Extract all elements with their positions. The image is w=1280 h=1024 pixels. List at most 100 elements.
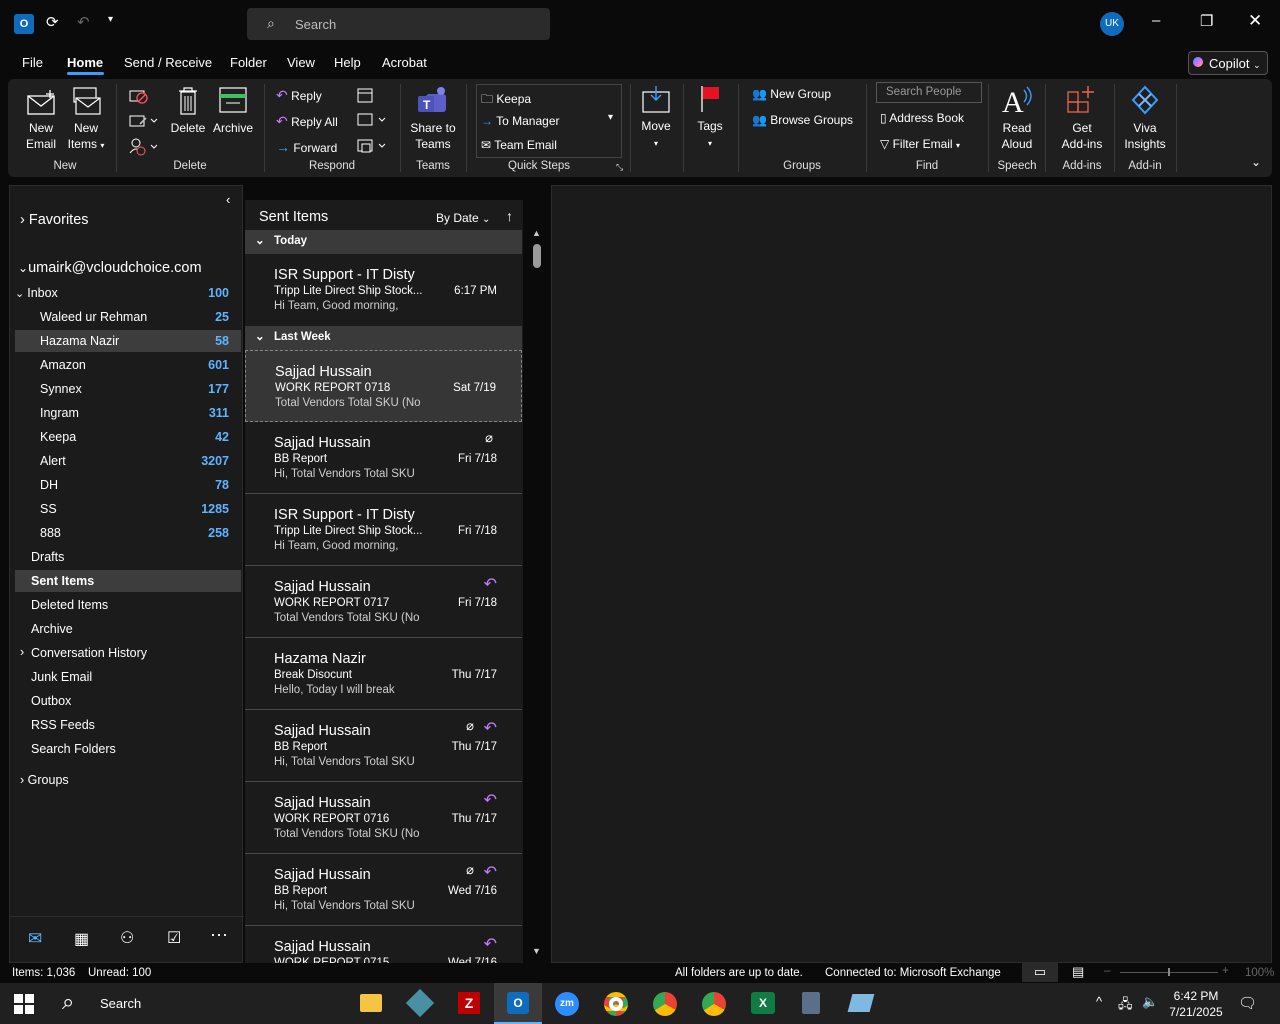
tab-send-receive[interactable]: Send / Receive xyxy=(124,55,212,70)
dialog-launcher-icon[interactable]: ⤡ xyxy=(616,162,623,173)
zoom-app-icon[interactable]: zm xyxy=(555,992,579,1016)
scroll-up-icon[interactable]: ▲ xyxy=(532,228,541,238)
message-item[interactable]: Sajjad Hussain WORK REPORT 0717 Total Vend… xyxy=(245,566,522,638)
tasks-icon[interactable]: ☑ xyxy=(167,928,181,948)
browse-groups-button[interactable]: 👥 Browse Groups xyxy=(752,113,853,127)
folder-alert[interactable]: Alert 3207 xyxy=(15,450,241,472)
folder-conversation-history[interactable]: › Conversation History xyxy=(15,642,241,664)
tab-acrobat[interactable]: Acrobat xyxy=(382,55,427,70)
tab-view[interactable]: View xyxy=(287,55,315,70)
quick-steps-expand-icon[interactable]: ▾ xyxy=(608,112,613,123)
folder-inbox[interactable]: ⌄ Inbox 100 xyxy=(15,282,241,304)
quick-step-keepa[interactable]: 🗀 Keepa xyxy=(481,90,531,111)
folder-hazama-nazir[interactable]: Hazama Nazir 58 xyxy=(15,330,241,352)
share-to-teams-button[interactable]: Share to Teams xyxy=(406,120,460,152)
tab-folder[interactable]: Folder xyxy=(230,55,267,70)
scroll-thumb[interactable] xyxy=(533,244,541,268)
group-header-last-week[interactable]: ⌄ Last Week xyxy=(245,326,522,350)
avatar[interactable]: UK xyxy=(1100,12,1124,36)
filezilla-icon[interactable]: Z xyxy=(458,992,480,1014)
folder-ingram[interactable]: Ingram 311 xyxy=(15,402,241,424)
delete-button[interactable]: Delete xyxy=(168,120,208,136)
network-icon[interactable]: 🖧 xyxy=(1118,995,1133,1017)
folder-888[interactable]: 888 258 xyxy=(15,522,241,544)
customize-toolbar-icon[interactable]: ▾ xyxy=(108,14,113,25)
read-aloud-button[interactable]: Read Aloud xyxy=(996,120,1038,152)
archive-button[interactable]: Archive xyxy=(210,120,256,136)
im-reply-icon[interactable] xyxy=(356,111,388,129)
tab-file[interactable]: File xyxy=(22,55,43,70)
forward-button[interactable]: → Forward xyxy=(276,139,337,155)
favorites-header[interactable]: › Favorites xyxy=(20,212,89,228)
excel-icon[interactable]: X xyxy=(751,992,775,1014)
close-icon[interactable]: ✕ xyxy=(1248,11,1262,31)
file-explorer-icon[interactable] xyxy=(360,994,382,1012)
zoom-thumb[interactable] xyxy=(1168,968,1170,976)
message-item[interactable]: Sajjad Hussain BB Report Hi, Total Vendors… xyxy=(245,710,522,782)
filter-email-button[interactable]: ▽ Filter Email ▾ xyxy=(880,137,960,151)
notifications-icon[interactable]: 🗨 xyxy=(1238,994,1257,1012)
quick-step-team-email[interactable]: ✉ Team Email xyxy=(481,138,557,152)
message-item[interactable]: Sajjad Hussain WORK REPORT 0718 Total Vend… xyxy=(245,350,522,422)
zoom-in-icon[interactable]: + xyxy=(1222,965,1229,977)
chrome-icon[interactable] xyxy=(702,992,726,1016)
sort-direction-icon[interactable]: ↑ xyxy=(506,208,513,224)
ignore-icon[interactable] xyxy=(128,86,150,106)
sort-by-button[interactable]: By Date ⌄ xyxy=(436,211,490,225)
folder-outbox[interactable]: Outbox xyxy=(15,690,241,712)
message-item[interactable]: Sajjad Hussain BB Report Hi, Total Vendors… xyxy=(245,422,522,494)
folder-rss-feeds[interactable]: RSS Feeds xyxy=(15,714,241,736)
search-people-input[interactable]: Search People xyxy=(876,82,982,103)
groups-header[interactable]: › Groups xyxy=(20,773,69,787)
message-item[interactable]: Sajjad Hussain WORK REPORT 0716 Total Vend… xyxy=(245,782,522,854)
move-button[interactable]: Move ▾ xyxy=(636,118,676,152)
group-header-today[interactable]: ⌄ Today xyxy=(245,230,522,254)
folder-amazon[interactable]: Amazon 601 xyxy=(15,354,241,376)
calendar-icon[interactable]: ▦ xyxy=(74,929,89,949)
message-item[interactable]: ISR Support - IT Disty Tripp Lite Direct … xyxy=(245,494,522,566)
folder-archive[interactable]: Archive xyxy=(15,618,241,640)
folder-waleed-ur-rehman[interactable]: Waleed ur Rehman 25 xyxy=(15,306,241,328)
folder-deleted-items[interactable]: Deleted Items xyxy=(15,594,241,616)
tab-home[interactable]: Home xyxy=(67,55,103,70)
windows-start-icon[interactable] xyxy=(14,994,34,1014)
folder-dh[interactable]: DH 78 xyxy=(15,474,241,496)
message-list-scrollbar[interactable]: ▲ ▼ xyxy=(530,228,544,961)
copilot-button[interactable]: Copilot ⌄ xyxy=(1188,51,1268,75)
tab-help[interactable]: Help xyxy=(334,55,361,70)
clock[interactable]: 6:42 PM 7/21/2025 xyxy=(1166,988,1226,1020)
folder-ss[interactable]: SS 1285 xyxy=(15,498,241,520)
collapse-pane-icon[interactable]: ‹ xyxy=(226,192,230,207)
new-items-button[interactable]: New Items ▾ xyxy=(64,120,108,154)
message-item[interactable]: ISR Support - IT Disty Tripp Lite Direct … xyxy=(245,254,522,326)
viva-insights-button[interactable]: Viva Insights xyxy=(1120,120,1170,152)
new-group-button[interactable]: 👥 New Group xyxy=(752,87,831,101)
chrome-icon[interactable] xyxy=(653,992,677,1016)
junk-icon[interactable] xyxy=(128,137,158,157)
minimize-icon[interactable]: – xyxy=(1152,12,1160,29)
tags-button[interactable]: Tags ▾ xyxy=(690,118,730,152)
new-email-button[interactable]: New Email xyxy=(22,120,60,152)
chrome-icon[interactable] xyxy=(604,992,628,1016)
scroll-down-icon[interactable]: ▼ xyxy=(532,946,541,956)
collapse-ribbon-icon[interactable]: ⌄ xyxy=(1251,155,1261,169)
folder-keepa[interactable]: Keepa 42 xyxy=(15,426,241,448)
quick-step-to-manager[interactable]: → To Manager xyxy=(481,114,560,128)
outlook-taskbar-icon[interactable]: O xyxy=(494,983,542,1024)
more-respond-icon[interactable] xyxy=(356,137,388,155)
calculator-icon[interactable] xyxy=(802,992,820,1014)
more-apps-icon[interactable]: ⋯ xyxy=(210,925,228,946)
undo-icon[interactable]: ↶ xyxy=(77,13,90,31)
reply-all-button[interactable]: ↶ Reply All xyxy=(276,113,338,130)
message-item[interactable]: Hazama Nazir Break Disocunt Hello, Today I… xyxy=(245,638,522,710)
cleanup-icon[interactable] xyxy=(128,112,158,130)
normal-view-icon[interactable]: ▭ xyxy=(1022,962,1058,982)
message-item[interactable]: Sajjad Hussain BB Report Hi, Total Vendors… xyxy=(245,854,522,926)
restore-icon[interactable]: ❐ xyxy=(1200,12,1213,30)
zoom-out-icon[interactable]: – xyxy=(1104,965,1110,977)
show-hidden-icons-icon[interactable]: ^ xyxy=(1096,994,1102,1009)
folder-junk-email[interactable]: Junk Email xyxy=(15,666,241,688)
folder-synnex[interactable]: Synnex 177 xyxy=(15,378,241,400)
folder-drafts[interactable]: Drafts xyxy=(15,546,241,568)
taskbar-search[interactable]: ⌕ Search xyxy=(52,983,342,1024)
